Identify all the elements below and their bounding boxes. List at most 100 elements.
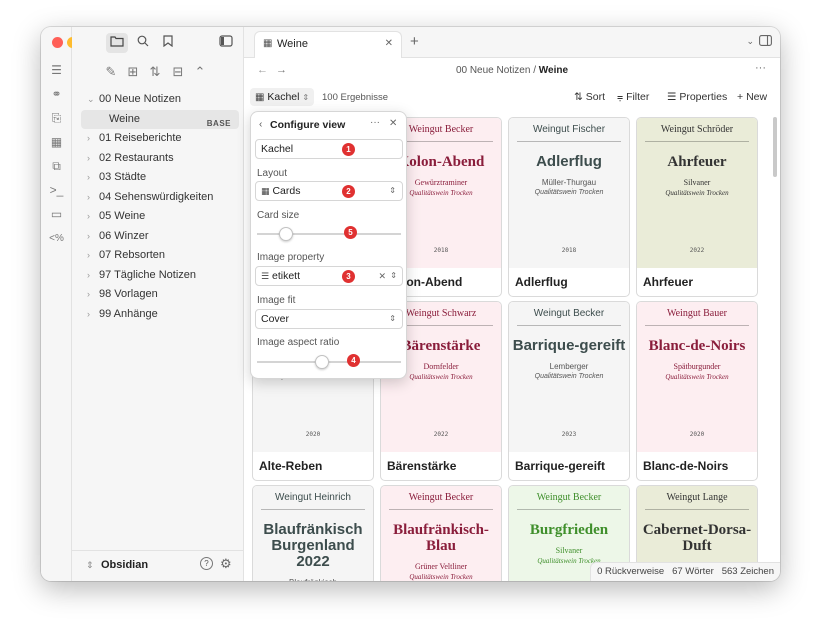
file-list-icon[interactable]: ☰: [49, 63, 64, 78]
clear-icon[interactable]: ✕: [378, 267, 386, 285]
properties-button[interactable]: ☰ Properties: [667, 91, 727, 103]
sort-button[interactable]: ⇅ Sort: [574, 91, 605, 103]
file-tree-label: 98 Vorlagen: [99, 288, 158, 300]
wine-card[interactable]: Weingut Becker Blaufränkisch-Blau Grüner V…: [380, 485, 502, 581]
label-grape: Müller-Thurgau: [541, 178, 597, 187]
more-options-icon[interactable]: ···: [370, 117, 380, 128]
terminal-icon[interactable]: >_: [49, 183, 64, 198]
search-icon[interactable]: [134, 33, 152, 53]
file-tree-item[interactable]: ⌄ 00 Neue Notizen: [81, 90, 241, 110]
close-icon[interactable]: ✕: [389, 118, 397, 129]
label-year: 2020: [305, 431, 321, 438]
layout-select[interactable]: ▦ Cards ⇕: [255, 181, 403, 201]
sort-label: Sort: [585, 91, 605, 103]
bases-icon[interactable]: ▦: [49, 135, 64, 150]
new-folder-icon[interactable]: ⊞: [125, 64, 141, 80]
label-wine: Blaufränkisch-Blau: [393, 522, 489, 554]
file-tree-label: 03 Städte: [99, 171, 147, 183]
scrollbar[interactable]: [773, 117, 777, 177]
grid-icon: ▦: [261, 186, 270, 196]
wine-label-image: Weingut Heinrich Blaufränkisch Burgenland…: [253, 486, 373, 581]
wine-card[interactable]: Weingut Schröder Ahrfeuer Silvaner Qualität…: [636, 117, 758, 297]
label-quality: Qualitätswein Trocken: [665, 373, 729, 381]
calendar-icon[interactable]: ▭: [49, 207, 64, 222]
wine-card[interactable]: Weingut Becker Barrique-gereift Lemberger Q…: [508, 301, 630, 481]
filter-button[interactable]: ⩦ Filter: [617, 91, 649, 104]
folder-icon[interactable]: [106, 33, 128, 53]
aspect-ratio-knob[interactable]: [314, 355, 329, 369]
view-name: Kachel: [267, 91, 300, 103]
label-year: 2022: [689, 247, 705, 254]
wine-label-image: Weingut Bauer Blanc-de-Noirs Spätburgunder…: [637, 302, 757, 452]
list-icon: ☰: [261, 271, 270, 281]
file-tree-label: 06 Winzer: [99, 229, 149, 242]
percent-icon[interactable]: <%: [49, 231, 64, 246]
close-window-button[interactable]: [52, 37, 63, 48]
label-winery: Weingut Fischer: [517, 124, 621, 142]
file-tree-item[interactable]: Weine BASE: [81, 109, 239, 129]
close-icon[interactable]: ✕: [385, 38, 393, 49]
more-options-icon[interactable]: ···: [755, 62, 766, 74]
file-tree-item[interactable]: › 03 Städte: [81, 168, 241, 188]
file-tree-item[interactable]: › 06 Winzer: [81, 227, 241, 247]
new-tab-button[interactable]: +: [410, 33, 419, 50]
card-size-slider[interactable]: [257, 227, 401, 241]
wine-card[interactable]: Weingut Heinrich Blaufränkisch Burgenland…: [252, 485, 374, 581]
collapse-all-icon[interactable]: ⊟: [170, 64, 186, 80]
wine-label-image: Weingut Becker Blaufränkisch-Blau Grüner V…: [381, 486, 501, 581]
file-tree-item[interactable]: › 02 Restaurants: [81, 149, 241, 169]
graph-icon[interactable]: ⚭: [49, 87, 64, 102]
breadcrumb-separator: /: [533, 65, 536, 76]
file-tree-item[interactable]: › 05 Weine: [81, 207, 241, 227]
sort-icon[interactable]: ⇅: [147, 64, 163, 80]
new-entry-button[interactable]: + New: [737, 91, 767, 103]
expand-icon[interactable]: ⌃: [192, 64, 208, 80]
file-tree-item[interactable]: › 99 Anhänge: [81, 305, 241, 325]
image-fit-select[interactable]: Cover ⇕: [255, 309, 403, 329]
vault-switcher[interactable]: ⇕ Obsidian ? ⚙: [72, 550, 244, 581]
wine-card[interactable]: Weingut Fischer Adlerflug Müller-Thurgau Qu…: [508, 117, 630, 297]
chevron-right-icon: ›: [87, 152, 90, 163]
bookmark-icon[interactable]: [159, 33, 177, 53]
file-tree-item[interactable]: › 07 Rebsorten: [81, 246, 241, 266]
breadcrumb-current[interactable]: Weine: [539, 65, 568, 76]
chevron-right-icon: ›: [87, 191, 90, 202]
new-note-icon[interactable]: ✎: [103, 64, 119, 80]
gear-icon[interactable]: ⚙: [220, 556, 232, 572]
view-name-input[interactable]: Kachel: [255, 139, 403, 159]
help-icon[interactable]: ?: [200, 557, 213, 570]
canvas-icon[interactable]: ⎘: [49, 111, 64, 126]
file-tree-item[interactable]: › 97 Tägliche Notizen: [81, 266, 241, 286]
label-wine: Burgfrieden: [529, 522, 609, 538]
breadcrumb-parent[interactable]: 00 Neue Notizen: [456, 65, 531, 76]
card-size-knob[interactable]: [278, 227, 293, 241]
chevron-down-icon: ⌄: [87, 94, 95, 104]
file-tree-item[interactable]: › 04 Sehenswürdigkeiten: [81, 188, 241, 208]
wine-label-image: Weingut Becker Barrique-gereift Lemberger Q…: [509, 302, 629, 452]
image-property-select[interactable]: ☰ etikett ✕ ⇕: [255, 266, 403, 286]
view-selector[interactable]: ▦ Kachel ⇕: [250, 88, 315, 106]
file-tree-item[interactable]: › 01 Reiseberichte: [81, 129, 241, 149]
vault-name: Obsidian: [101, 559, 149, 571]
aspect-ratio-slider[interactable]: [257, 355, 401, 369]
label-quality: Qualitätswein Trocken: [409, 573, 473, 581]
label-quality: Qualitätswein Trocken: [534, 373, 604, 380]
card-title: Ahrfeuer: [643, 275, 694, 289]
label-year: 2023: [561, 431, 577, 438]
back-chevron-icon[interactable]: ‹: [259, 119, 262, 130]
backlinks-count[interactable]: 0 Rückverweise: [597, 566, 664, 577]
image-property-label: Image property: [257, 252, 325, 263]
breadcrumb: 00 Neue Notizen / Weine: [244, 65, 780, 76]
label-winery: Weingut Becker: [517, 492, 621, 510]
wine-card[interactable]: Weingut Bauer Blanc-de-Noirs Spätburgunder…: [636, 301, 758, 481]
chevron-down-icon[interactable]: ⌄: [746, 36, 754, 47]
right-sidebar-toggle-icon[interactable]: [759, 35, 772, 49]
tab-weine[interactable]: ▦ Weine ✕: [254, 31, 402, 58]
copy-icon[interactable]: ⧉: [49, 159, 64, 174]
layout-label: Layout: [257, 168, 288, 179]
view-name-value: Kachel: [261, 143, 294, 155]
file-tree-item[interactable]: › 98 Vorlagen: [81, 285, 241, 305]
marker-1: 1: [342, 143, 355, 156]
sidebar-toggle-icon[interactable]: [217, 33, 235, 53]
result-count: 100 Ergebnisse: [322, 92, 389, 103]
